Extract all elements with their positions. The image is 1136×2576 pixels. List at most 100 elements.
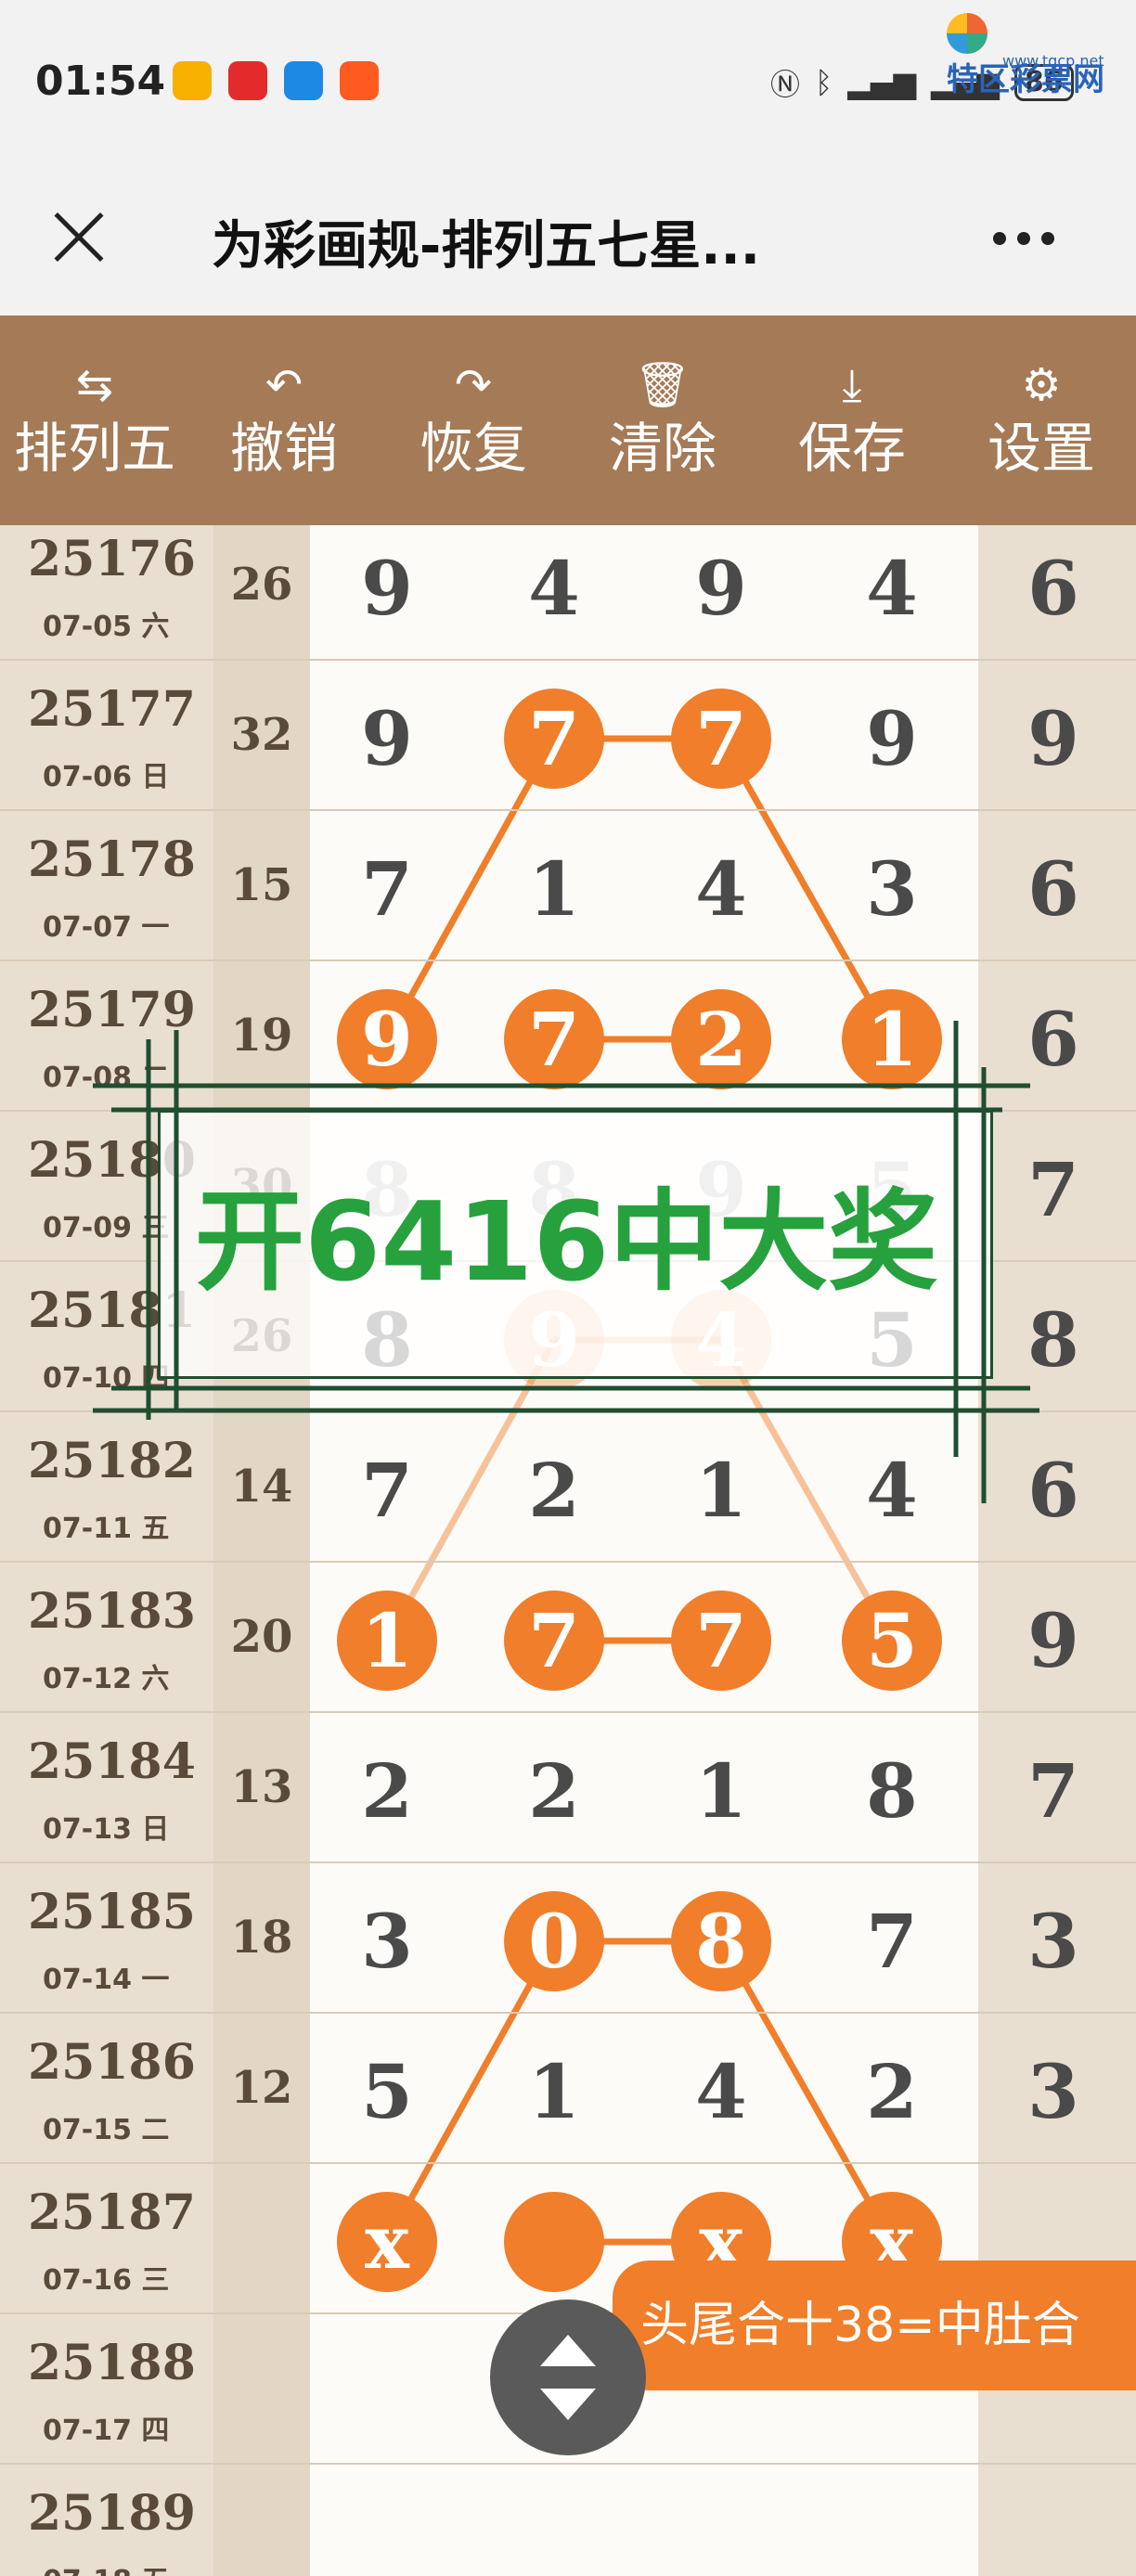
taobao-icon [340, 61, 379, 100]
digit-cell[interactable]: 1 [336, 1596, 438, 1685]
draw-date: 07-18 五 [43, 2557, 169, 2576]
status-bar: 01:54 Ⓝ ᛒ ▂▄▆ ▂▄▆ 86 特区彩票网 www.tqcp.net [0, 0, 1136, 167]
arrow-down-icon [540, 2389, 596, 2420]
last-digit: 6 [1027, 545, 1079, 632]
digit-cell[interactable]: 7 [503, 694, 605, 783]
digit-cell[interactable]: 2 [670, 995, 772, 1084]
red-app-icon [228, 61, 267, 100]
bluetooth-icon: ᛒ [815, 65, 833, 100]
last-digit: 3 [1027, 2048, 1079, 2135]
save-button[interactable]: ⤓ 保存 [757, 316, 947, 525]
title-bar: 为彩画规-排列五七星... [0, 167, 1136, 316]
digit-cell[interactable]: 7 [503, 1596, 605, 1685]
digit-cell[interactable]: 7 [503, 995, 605, 1084]
digit-cell[interactable]: 7 [336, 844, 438, 934]
issue-number: 25178 [28, 831, 196, 888]
digit-cell[interactable]: 1 [841, 995, 943, 1084]
digit-sum: 13 [230, 1761, 293, 1813]
digit-sum: 26 [230, 559, 293, 611]
ball-marker[interactable] [504, 2192, 604, 2292]
digit-sum: 15 [230, 859, 293, 911]
nfc-icon: Ⓝ [770, 67, 801, 102]
digit-cell[interactable]: 3 [841, 844, 943, 934]
draw-date: 07-15 二 [43, 2114, 170, 2146]
last-digit: 9 [1027, 1597, 1079, 1684]
draw-date: 07-09 三 [43, 1212, 170, 1244]
cloud-icon [284, 61, 323, 100]
draw-date: 07-06 日 [43, 761, 170, 793]
digit-cell[interactable]: x [336, 2197, 438, 2286]
digit-cell[interactable]: 9 [336, 694, 438, 783]
last-digit: 7 [1027, 1747, 1079, 1835]
digit-cell[interactable]: 9 [841, 694, 943, 783]
draw-date: 07-08 二 [43, 1062, 170, 1094]
issue-number: 25188 [28, 2335, 196, 2391]
status-app-icons [173, 61, 379, 100]
close-icon[interactable] [46, 204, 111, 269]
switch-game-label: 排列五 [13, 417, 175, 480]
last-digit: 8 [1027, 1296, 1079, 1384]
last-digit: 9 [1027, 695, 1079, 782]
table-row: 25184 07-13 日 13 2 2 1 8 7 [0, 1713, 1136, 1863]
digit-cell[interactable]: 4 [841, 544, 943, 633]
digit-cell[interactable]: 1 [503, 844, 605, 934]
digit-cell[interactable]: 7 [670, 1596, 772, 1685]
digit-sum: 18 [230, 1912, 293, 1964]
digit-cell[interactable]: 2 [841, 2047, 943, 2136]
issue-number: 25183 [28, 1583, 196, 1640]
table-row: 25185 07-14 一 18 3 0 8 7 3 [0, 1863, 1136, 2014]
gear-icon: ⚙ [1021, 359, 1062, 411]
digit-cell[interactable]: 8 [670, 1897, 772, 1986]
undo-icon: ↶ [265, 359, 303, 411]
download-icon: ⤓ [842, 359, 862, 411]
digit-cell[interactable]: 4 [841, 1446, 943, 1535]
digit-cell[interactable]: 7 [336, 1446, 438, 1535]
digit-cell[interactable]: 2 [336, 1746, 438, 1835]
last-digit: 7 [1027, 1146, 1079, 1233]
digit-cell[interactable]: 9 [670, 544, 772, 633]
settings-button[interactable]: ⚙ 设置 [947, 316, 1136, 525]
issue-number: 25179 [28, 982, 196, 1038]
digit-cell[interactable]: 9 [336, 544, 438, 633]
undo-button[interactable]: ↶ 撤销 [189, 316, 379, 525]
digit-cell[interactable]: 4 [503, 544, 605, 633]
digit-cell[interactable]: 3 [336, 1897, 438, 1986]
digit-cell[interactable]: 2 [503, 1746, 605, 1835]
arrow-up-icon [540, 2335, 596, 2366]
digit-cell[interactable]: 4 [670, 844, 772, 934]
more-icon[interactable] [993, 232, 1054, 245]
draw-date: 07-16 三 [43, 2264, 170, 2297]
scroll-toggle-button[interactable] [490, 2299, 646, 2455]
digit-cell[interactable]: 9 [336, 995, 438, 1084]
digit-cell[interactable]: 4 [670, 2047, 772, 2136]
digit-cell[interactable]: 0 [503, 1897, 605, 1986]
digit-cell[interactable]: 8 [841, 1746, 943, 1835]
draw-date: 07-17 四 [43, 2415, 170, 2447]
weibo-icon [173, 61, 212, 100]
digit-cell[interactable]: 7 [670, 694, 772, 783]
trash-icon: 🗑 [634, 359, 691, 411]
page-title: 为彩画规-排列五七星... [212, 216, 761, 277]
digit-cell[interactable]: 1 [503, 2047, 605, 2136]
digit-cell[interactable]: 1 [670, 1446, 772, 1535]
hint-banner[interactable]: 头尾合十38=中肚合 [613, 2260, 1136, 2390]
watermark: 特区彩票网 www.tqcp.net [947, 13, 1132, 99]
clear-button[interactable]: 🗑 清除 [568, 316, 757, 525]
table-row: 25178 07-07 一 15 7 1 4 3 6 [0, 811, 1136, 961]
issue-number: 25184 [28, 1733, 196, 1790]
table-row: 25177 07-06 日 32 9 7 7 9 9 [0, 661, 1136, 811]
undo-label: 撤销 [229, 417, 338, 480]
last-digit: 6 [1027, 845, 1079, 933]
digit-cell[interactable]: 7 [841, 1897, 943, 1986]
redo-icon: ↷ [454, 359, 493, 411]
digit-sum: 12 [230, 2062, 293, 2114]
issue-number: 25186 [28, 2034, 196, 2091]
digit-cell[interactable]: 1 [670, 1746, 772, 1835]
digit-cell[interactable]: 5 [841, 1596, 943, 1685]
last-digit: 3 [1027, 1898, 1079, 1985]
switch-game-button[interactable]: ⇆ 排列五 [0, 316, 189, 525]
digit-cell[interactable]: 5 [336, 2047, 438, 2136]
issue-number: 25189 [28, 2485, 196, 2542]
digit-cell[interactable]: 2 [503, 1446, 605, 1535]
redo-button[interactable]: ↷ 恢复 [379, 316, 568, 525]
